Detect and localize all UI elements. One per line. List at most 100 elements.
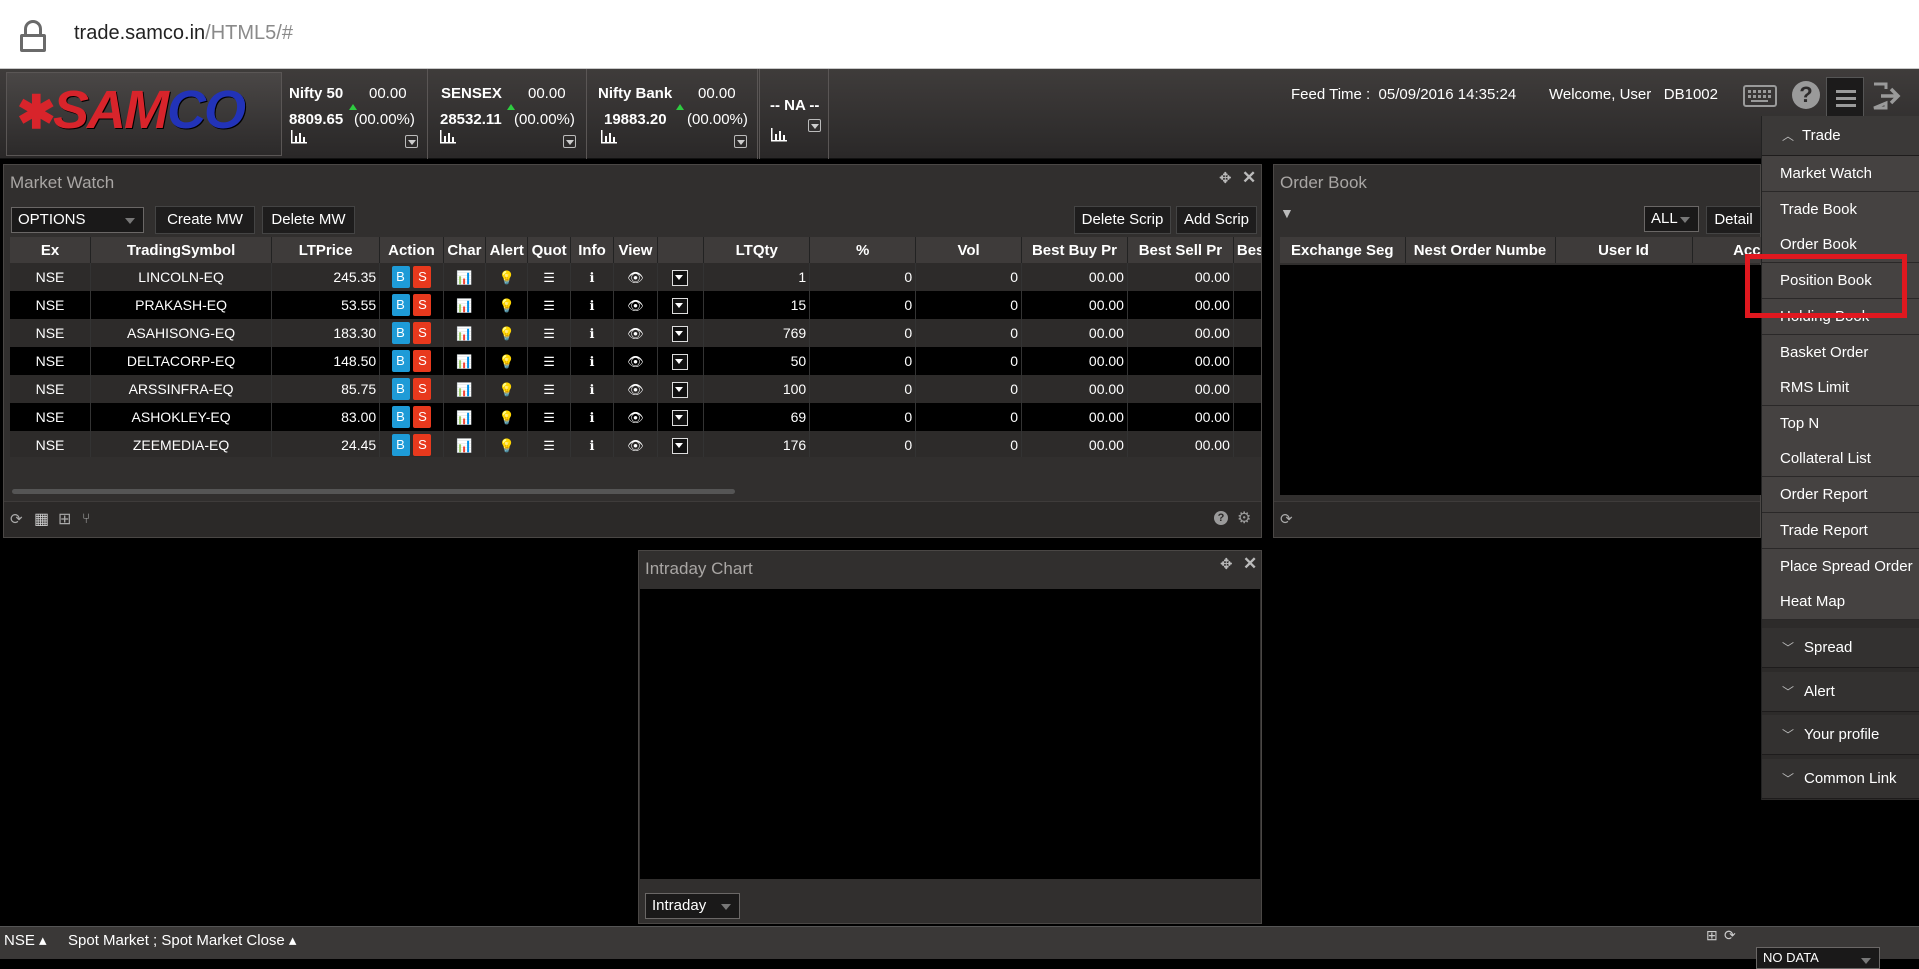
refresh-icon[interactable]: ⟳	[1724, 927, 1736, 944]
menu-item-trade-report[interactable]: Trade Report	[1762, 513, 1919, 549]
info-icon[interactable]: ℹ	[590, 270, 595, 286]
eye-icon[interactable]: 👁	[627, 298, 644, 314]
column-header[interactable]: LTPrice	[271, 237, 381, 263]
buy-button[interactable]: B	[391, 294, 410, 316]
help-icon[interactable]: ?	[1214, 511, 1228, 525]
more-dropdown-icon[interactable]	[672, 409, 689, 426]
menu-item-place-spread-order[interactable]: Place Spread Order	[1762, 549, 1919, 585]
quote-icon[interactable]: ☰	[543, 410, 555, 426]
more-dropdown-icon[interactable]	[672, 437, 689, 454]
chart-icon[interactable]: 📊	[456, 270, 472, 286]
column-header[interactable]: Info	[570, 237, 615, 263]
menu-group-alert[interactable]: ﹀ Alert	[1762, 672, 1919, 712]
menu-item-rms-limit[interactable]: RMS Limit	[1762, 370, 1919, 406]
column-header[interactable]: Best Buy Pr	[1021, 237, 1128, 263]
add-scrip-button[interactable]: Add Scrip	[1176, 206, 1257, 234]
table-row[interactable]: NSE ARSSINFRA-EQ 85.75 B S 📊 💡 ☰ ℹ 👁 100 0 0 00.00 00…	[10, 375, 1261, 403]
exchange-status[interactable]: NSE ▴	[4, 931, 47, 949]
index-dropdown-button[interactable]	[563, 135, 576, 148]
column-header[interactable]: LTQty	[703, 237, 811, 263]
quote-icon[interactable]: ☰	[543, 326, 555, 342]
column-header[interactable]: TradingSymbol	[90, 237, 273, 263]
menu-item-heat-map[interactable]: Heat Map	[1762, 584, 1919, 620]
quote-icon[interactable]: ☰	[543, 382, 555, 398]
menu-icon[interactable]	[1826, 77, 1864, 117]
info-icon[interactable]: ℹ	[590, 382, 595, 398]
menu-item-top-n[interactable]: Top N	[1762, 406, 1919, 442]
chart-period-select[interactable]: Intraday	[645, 893, 740, 919]
info-icon[interactable]: ℹ	[590, 438, 595, 454]
buy-button[interactable]: B	[391, 322, 410, 344]
move-icon[interactable]: ✥	[1220, 555, 1233, 573]
bulb-icon[interactable]: 💡	[499, 326, 515, 342]
menu-item-trade-book[interactable]: Trade Book	[1762, 192, 1919, 228]
chart-icon[interactable]: 📊	[456, 438, 472, 454]
market-watch-select[interactable]: OPTIONS	[11, 207, 144, 233]
menu-group-trade[interactable]: ︿ Trade	[1762, 116, 1919, 156]
more-dropdown-icon[interactable]	[672, 353, 689, 370]
split-icon[interactable]: ⑂	[82, 510, 90, 526]
column-header[interactable]: Best Buy	[1233, 237, 1261, 263]
buy-button[interactable]: B	[391, 406, 410, 428]
column-header[interactable]: Alert	[485, 237, 529, 263]
buy-button[interactable]: B	[391, 434, 410, 456]
quote-icon[interactable]: ☰	[543, 270, 555, 286]
table-row[interactable]: NSE ASHOKLEY-EQ 83.00 B S 📊 💡 ☰ ℹ 👁 69 0 0 00.00 00.0…	[10, 403, 1261, 431]
sell-button[interactable]: S	[413, 434, 432, 456]
detail-button[interactable]: Detail	[1706, 206, 1761, 234]
buy-button[interactable]: B	[391, 266, 410, 288]
status-select[interactable]: NO DATA	[1756, 947, 1880, 969]
bulb-icon[interactable]: 💡	[499, 354, 515, 370]
horizontal-scrollbar[interactable]	[12, 489, 735, 494]
bulb-icon[interactable]: 💡	[499, 438, 515, 454]
refresh-icon[interactable]: ⟳	[10, 510, 23, 528]
table-row[interactable]: NSE PRAKASH-EQ 53.55 B S 📊 💡 ☰ ℹ 👁 15 0 0 00.00 00.00	[10, 291, 1261, 319]
table-row[interactable]: NSE ZEEMEDIA-EQ 24.45 B S 📊 💡 ☰ ℹ 👁 176 0 0 00.00 00.…	[10, 431, 1261, 457]
index-dropdown-button[interactable]	[405, 135, 418, 148]
close-icon[interactable]: ✕	[1243, 554, 1257, 574]
index-dropdown-button[interactable]	[734, 135, 747, 148]
column-header[interactable]: Nest Order Numbe	[1405, 237, 1556, 263]
chart-icon[interactable]: 📊	[456, 326, 472, 342]
close-icon[interactable]: ✕	[1242, 168, 1256, 188]
quote-icon[interactable]: ☰	[543, 298, 555, 314]
chart-icon[interactable]: 📊	[456, 410, 472, 426]
column-header[interactable]: Action	[379, 237, 444, 263]
url-text[interactable]: trade.samco.in/HTML5/#	[74, 22, 293, 45]
chart-icon[interactable]	[771, 128, 787, 142]
refresh-icon[interactable]: ⟳	[1280, 510, 1293, 528]
info-icon[interactable]: ℹ	[590, 298, 595, 314]
index-dropdown-button[interactable]	[808, 119, 821, 132]
info-icon[interactable]: ℹ	[590, 354, 595, 370]
column-header[interactable]	[657, 237, 705, 263]
chart-icon[interactable]	[440, 130, 456, 144]
delete-mw-button[interactable]: Delete MW	[262, 206, 355, 234]
column-header[interactable]: Char	[443, 237, 487, 263]
table-row[interactable]: NSE DELTACORP-EQ 148.50 B S 📊 💡 ☰ ℹ 👁 50 0 0 00.00 00…	[10, 347, 1261, 375]
filter-icon[interactable]: ▼	[1280, 205, 1294, 221]
menu-item-basket-order[interactable]: Basket Order	[1762, 335, 1919, 371]
bulb-icon[interactable]: 💡	[499, 382, 515, 398]
create-mw-button[interactable]: Create MW	[155, 206, 255, 234]
chart-icon[interactable]	[291, 130, 307, 144]
market-status[interactable]: Spot Market ; Spot Market Close ▴	[68, 931, 296, 949]
chart-icon[interactable]: 📊	[456, 298, 472, 314]
browser-address-bar[interactable]: trade.samco.in/HTML5/#	[0, 0, 1919, 69]
column-header[interactable]: %	[809, 237, 917, 263]
bulb-icon[interactable]: 💡	[499, 298, 515, 314]
chart-icon[interactable]: 📊	[456, 354, 472, 370]
sell-button[interactable]: S	[413, 322, 432, 344]
eye-icon[interactable]: 👁	[627, 354, 644, 370]
more-dropdown-icon[interactable]	[672, 381, 689, 398]
info-icon[interactable]: ℹ	[590, 410, 595, 426]
menu-group-spread[interactable]: ﹀ Spread	[1762, 628, 1919, 668]
column-header[interactable]: Best Sell Pr	[1127, 237, 1234, 263]
buy-button[interactable]: B	[391, 350, 410, 372]
sell-button[interactable]: S	[413, 266, 432, 288]
column-header[interactable]: Vol	[915, 237, 1023, 263]
table-row[interactable]: NSE LINCOLN-EQ 245.35 B S 📊 💡 ☰ ℹ 👁 1 0 0 00.00 00.00	[10, 263, 1261, 291]
gear-icon[interactable]: ⚙	[1237, 508, 1251, 528]
eye-icon[interactable]: 👁	[627, 270, 644, 286]
delete-scrip-button[interactable]: Delete Scrip	[1074, 206, 1171, 234]
sell-button[interactable]: S	[413, 294, 432, 316]
